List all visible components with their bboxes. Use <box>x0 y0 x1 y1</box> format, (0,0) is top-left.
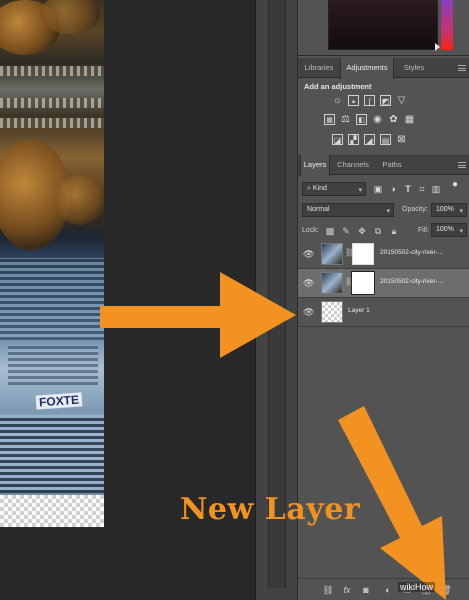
pixel-filter-icon[interactable]: ▣ <box>373 184 383 194</box>
layer-name[interactable]: 20150502-city-river-... <box>380 278 443 285</box>
chevron-down-icon: ▾ <box>386 208 390 215</box>
layer-thumbnail <box>321 301 343 323</box>
brightness-contrast-icon[interactable]: ☼ <box>332 95 343 106</box>
black-white-icon[interactable]: ◧ <box>356 114 367 125</box>
exposure-icon[interactable]: ◩ <box>380 95 391 106</box>
visibility-eye-icon[interactable]: 👁︎ <box>303 307 314 317</box>
layer-thumbnail <box>321 272 343 294</box>
link-icon[interactable]: ⛓︎ <box>345 248 355 258</box>
layers-menu-icon[interactable] <box>458 162 466 168</box>
adjustments-title: Add an adjustment <box>304 82 372 91</box>
fill-field[interactable]: 100% ▾ <box>431 223 467 237</box>
top-panel-tabs: Libraries Adjustments Styles <box>298 58 469 79</box>
color-lookup-icon[interactable]: ▦ <box>404 114 415 125</box>
panel-menu-icon[interactable] <box>458 65 466 71</box>
invert-icon[interactable]: ◪ <box>332 134 343 145</box>
layer-thumbnail <box>321 243 343 265</box>
tab-layers[interactable]: Layers <box>300 155 330 176</box>
layer-row[interactable]: 👁︎ ⛓︎ 20150502-city-river-... <box>298 240 469 269</box>
filter-kind-label: Kind <box>312 185 327 192</box>
transparent-area <box>0 495 104 527</box>
hue-slider-handle[interactable] <box>435 43 440 51</box>
tab-adjustments[interactable]: Adjustments <box>340 58 394 79</box>
hue-saturation-icon[interactable]: ▦ <box>324 114 335 125</box>
layer-name[interactable]: 20150502-city-river-... <box>380 249 443 256</box>
layer-mask-thumbnail[interactable] <box>352 243 374 265</box>
vibrance-icon[interactable]: ▽ <box>396 95 407 106</box>
layer-row-selected[interactable]: 👁︎ ⛓︎ 20150502-city-river-... <box>298 269 469 298</box>
tab-styles[interactable]: Styles <box>396 58 432 78</box>
layer-panel-tabs: Layers Channels Paths <box>298 155 469 176</box>
chevron-down-icon: ▾ <box>459 228 463 235</box>
posterize-icon[interactable]: ▞ <box>348 134 359 145</box>
document-image: FOXTE <box>0 0 104 527</box>
right-arrow-shape <box>100 272 296 358</box>
gradient-map-icon[interactable]: ▤ <box>380 134 391 145</box>
lock-paint-icon[interactable]: ✎ <box>341 226 351 236</box>
sign-text: FOXTE <box>35 392 83 410</box>
photo-filter-icon[interactable]: ◉ <box>372 114 383 125</box>
selective-color-icon[interactable]: ⊠ <box>396 134 407 145</box>
tab-paths[interactable]: Paths <box>376 155 408 175</box>
watermark: wikiHow <box>398 582 436 592</box>
fill-label: Fill: <box>418 227 429 234</box>
tab-channels[interactable]: Channels <box>332 155 374 175</box>
levels-icon[interactable]: ▴ <box>348 95 359 106</box>
layer-row[interactable]: 👁︎ Layer 1 <box>298 298 469 327</box>
channel-mixer-icon[interactable]: ✿ <box>388 114 399 125</box>
link-icon[interactable]: ⛓︎ <box>345 277 355 287</box>
opacity-label: Opacity: <box>402 206 428 213</box>
tab-libraries[interactable]: Libraries <box>300 58 338 78</box>
right-arrow-annotation <box>100 272 296 358</box>
shape-filter-icon[interactable]: ⌗ <box>417 184 427 194</box>
adjustment-filter-icon[interactable]: ◑ <box>388 184 398 194</box>
layer-name[interactable]: Layer 1 <box>348 307 370 314</box>
threshold-icon[interactable]: ◢ <box>364 134 375 145</box>
lock-position-icon[interactable]: ✥ <box>357 226 367 236</box>
color-picker <box>298 0 469 56</box>
fill-value: 100% <box>436 226 454 233</box>
visibility-eye-icon[interactable]: 👁︎ <box>303 249 314 259</box>
chevron-down-icon: ▾ <box>358 187 362 194</box>
lock-label: Lock: <box>302 227 319 234</box>
layer-mask-thumbnail[interactable] <box>352 272 374 294</box>
blend-mode-select[interactable]: Normal ▾ <box>302 203 394 217</box>
chevron-down-icon: ▾ <box>459 208 463 215</box>
color-field[interactable] <box>328 0 438 50</box>
smart-object-filter-icon[interactable]: ▥ <box>431 184 441 194</box>
opacity-field[interactable]: 100% ▾ <box>431 203 467 217</box>
filter-toggle-icon[interactable]: ● <box>450 180 460 190</box>
opacity-value: 100% <box>436 206 454 213</box>
lock-all-icon[interactable]: 🔒︎ <box>389 226 399 236</box>
type-filter-icon[interactable]: T <box>403 184 413 194</box>
lock-transparency-icon[interactable]: ▩ <box>325 226 335 236</box>
new-layer-annotation-label: New Layer <box>180 492 361 527</box>
hue-slider[interactable] <box>441 0 453 50</box>
color-balance-icon[interactable]: ⚖ <box>340 114 351 125</box>
visibility-eye-icon[interactable]: 👁︎ <box>303 278 314 288</box>
lock-artboard-icon[interactable]: ⧉ <box>373 226 383 236</box>
blend-mode-value: Normal <box>307 206 330 213</box>
curves-icon[interactable]: ∫ <box>364 95 375 106</box>
layer-filter-select[interactable]: ⌕ Kind ▾ <box>302 182 366 196</box>
